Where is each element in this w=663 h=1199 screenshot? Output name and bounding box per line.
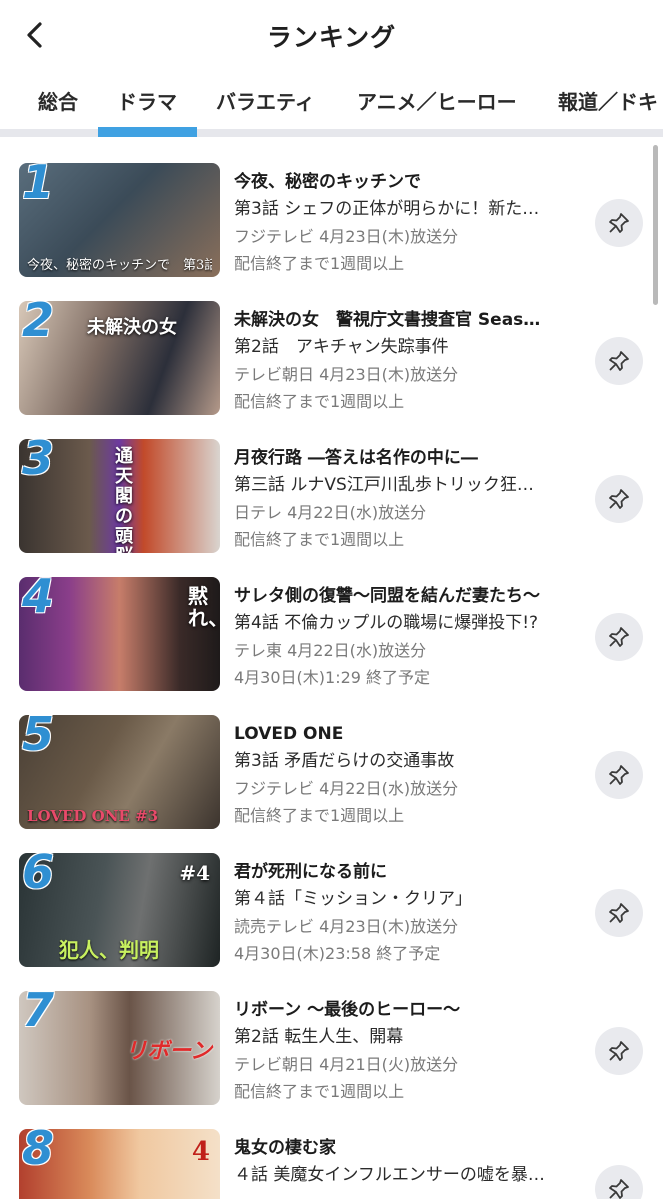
list-item[interactable]: 4 黙れ、 サレタ側の復讐〜同盟を結んだ妻たち〜 第4話 不倫カップルの職場に爆… xyxy=(0,559,663,697)
item-info: 鬼女の棲む家 ４話 美魔女インフルエンサーの嘘を暴… xyxy=(234,1135,579,1189)
episode-title: 第3話 シェフの正体が明らかに！新た… xyxy=(234,199,540,219)
broadcast-info: フジテレビ 4月23日(木)放送分 xyxy=(234,227,459,246)
list-item[interactable]: 6 #4 犯人、判明 君が死刑になる前に 第４話「ミッション・クリア」 読売テレ… xyxy=(0,835,663,973)
episode-title: 第2話 転生人生、開幕 xyxy=(234,1027,404,1047)
thumbnail-tag: 通天閣の頭脳戦 xyxy=(115,446,133,554)
list-item[interactable]: 1 今夜、秘密のキッチンで 第3話 今夜、秘密のキッチンで 第3話 シェフの正体… xyxy=(0,145,663,283)
program-title: 鬼女の棲む家 xyxy=(234,1138,336,1158)
broadcast-info: フジテレビ 4月22日(水)放送分 xyxy=(234,779,459,798)
item-info: サレタ側の復讐〜同盟を結んだ妻たち〜 第4話 不倫カップルの職場に爆弾投下!? … xyxy=(234,583,579,691)
rank-number: 5 xyxy=(22,715,55,761)
tab-news-documentary[interactable]: 報道／ドキ xyxy=(558,86,658,115)
episode-title: 第2話 アキチャン失踪事件 xyxy=(234,337,449,357)
list-item[interactable]: 2 未解決の女 未解決の女 警視庁文書捜査官 Seas… 第2話 アキチャン失踪… xyxy=(0,283,663,421)
thumbnail-tag: 未解決の女 xyxy=(87,317,177,338)
episode-title: 第三話 ルナVS江戸川乱歩トリック狂… xyxy=(234,475,534,495)
rank-number: 3 xyxy=(22,439,55,485)
broadcast-info: テレ東 4月22日(水)放送分 xyxy=(234,641,427,660)
item-info: 今夜、秘密のキッチンで 第3話 シェフの正体が明らかに！新た… フジテレビ 4月… xyxy=(234,169,579,277)
broadcast-info: テレビ朝日 4月21日(火)放送分 xyxy=(234,1055,459,1074)
pin-icon xyxy=(609,627,629,647)
pin-icon xyxy=(609,213,629,233)
tab-anime-hero[interactable]: アニメ／ヒーロー xyxy=(357,86,517,115)
pin-button[interactable] xyxy=(595,751,643,799)
availability-info: 4月30日(木)1:29 終了予定 xyxy=(234,668,431,687)
thumbnail-tag: リボーン xyxy=(125,1038,212,1064)
app-header: ランキング xyxy=(0,0,663,70)
program-title: 君が死刑になる前に xyxy=(234,862,387,882)
scrollbar[interactable] xyxy=(653,145,658,305)
availability-info: 配信終了まで1週間以上 xyxy=(234,392,405,411)
item-info: 月夜行路 ―答えは名作の中に― 第三話 ルナVS江戸川乱歩トリック狂… 日テレ … xyxy=(234,445,579,553)
thumbnail-tag: 黙れ、 xyxy=(188,584,220,630)
pin-button[interactable] xyxy=(595,889,643,937)
pin-button[interactable] xyxy=(595,199,643,247)
program-title: 月夜行路 ―答えは名作の中に― xyxy=(234,448,478,468)
pin-icon xyxy=(609,903,629,923)
thumbnail: 6 #4 犯人、判明 xyxy=(19,853,220,967)
tab-variety[interactable]: バラエティ xyxy=(216,86,315,115)
pin-button[interactable] xyxy=(595,337,643,385)
broadcast-info: 読売テレビ 4月23日(木)放送分 xyxy=(234,917,459,936)
pin-icon xyxy=(609,489,629,509)
rank-number: 8 xyxy=(22,1129,55,1175)
availability-info: 配信終了まで1週間以上 xyxy=(234,806,405,825)
item-info: リボーン 〜最後のヒーロー〜 第2話 転生人生、開幕 テレビ朝日 4月21日(火… xyxy=(234,997,579,1105)
rank-number: 1 xyxy=(22,163,55,209)
broadcast-info: 日テレ 4月22日(水)放送分 xyxy=(234,503,427,522)
thumbnail-caption: 今夜、秘密のキッチンで 第3話 xyxy=(27,258,212,273)
pin-button[interactable] xyxy=(595,475,643,523)
item-info: LOVED ONE 第3話 矛盾だらけの交通事故 フジテレビ 4月22日(水)放… xyxy=(234,721,579,829)
item-info: 未解決の女 警視庁文書捜査官 Seas… 第2話 アキチャン失踪事件 テレビ朝日… xyxy=(234,307,579,415)
availability-info: 配信終了まで1週間以上 xyxy=(234,530,405,549)
rank-number: 6 xyxy=(22,853,55,899)
availability-info: 配信終了まで1週間以上 xyxy=(234,1082,405,1101)
rank-number: 7 xyxy=(22,991,55,1037)
tab-sougou[interactable]: 総合 xyxy=(38,86,78,115)
rank-number: 4 xyxy=(22,577,55,623)
pin-icon xyxy=(609,351,629,371)
episode-title: 第3話 矛盾だらけの交通事故 xyxy=(234,751,455,771)
ranking-list: 1 今夜、秘密のキッチンで 第3話 今夜、秘密のキッチンで 第3話 シェフの正体… xyxy=(0,145,663,1199)
availability-info: 配信終了まで1週間以上 xyxy=(234,254,405,273)
list-item[interactable]: 8 4 鬼女の棲む家 ４話 美魔女インフルエンサーの嘘を暴… xyxy=(0,1111,663,1199)
category-tabs: 総合 ドラマ バラエティ アニメ／ヒーロー 報道／ドキ xyxy=(0,72,663,130)
availability-info: 4月30日(木)23:58 終了予定 xyxy=(234,944,441,963)
episode-title: 第４話「ミッション・クリア」 xyxy=(234,889,472,909)
broadcast-info: テレビ朝日 4月23日(木)放送分 xyxy=(234,365,459,384)
program-title: LOVED ONE xyxy=(234,724,344,744)
thumbnail-caption: 犯人、判明 xyxy=(59,938,159,962)
episode-title: 第4話 不倫カップルの職場に爆弾投下!? xyxy=(234,613,539,633)
pin-icon xyxy=(609,765,629,785)
program-title: サレタ側の復讐〜同盟を結んだ妻たち〜 xyxy=(234,586,540,606)
pin-button[interactable] xyxy=(595,1027,643,1075)
program-title: 未解決の女 警視庁文書捜査官 Seas… xyxy=(234,310,541,330)
list-item[interactable]: 7 リボーン リボーン 〜最後のヒーロー〜 第2話 転生人生、開幕 テレビ朝日 … xyxy=(0,973,663,1111)
thumbnail: 1 今夜、秘密のキッチンで 第3話 xyxy=(19,163,220,277)
program-title: 今夜、秘密のキッチンで xyxy=(234,172,421,192)
list-item[interactable]: 5 LOVED ONE #3 LOVED ONE 第3話 矛盾だらけの交通事故 … xyxy=(0,697,663,835)
pin-icon xyxy=(609,1179,629,1199)
item-info: 君が死刑になる前に 第４話「ミッション・クリア」 読売テレビ 4月23日(木)放… xyxy=(234,859,579,967)
thumbnail: 3 通天閣の頭脳戦 xyxy=(19,439,220,553)
page-title: ランキング xyxy=(266,23,397,52)
pin-button[interactable] xyxy=(595,1165,643,1199)
thumbnail-tag: 4 xyxy=(191,1137,210,1167)
thumbnail: 8 4 xyxy=(19,1129,220,1199)
pin-button[interactable] xyxy=(595,613,643,661)
episode-title: ４話 美魔女インフルエンサーの嘘を暴… xyxy=(234,1165,545,1185)
thumbnail: 7 リボーン xyxy=(19,991,220,1105)
active-tab-indicator xyxy=(98,127,197,137)
program-title: リボーン 〜最後のヒーロー〜 xyxy=(234,1000,461,1020)
thumbnail: 4 黙れ、 xyxy=(19,577,220,691)
thumbnail-caption: LOVED ONE #3 xyxy=(27,807,159,825)
pin-icon xyxy=(609,1041,629,1061)
rank-number: 2 xyxy=(22,301,55,347)
thumbnail-tag: #4 xyxy=(179,861,210,885)
list-item[interactable]: 3 通天閣の頭脳戦 月夜行路 ―答えは名作の中に― 第三話 ルナVS江戸川乱歩ト… xyxy=(0,421,663,559)
tab-drama[interactable]: ドラマ xyxy=(117,86,177,115)
thumbnail: 2 未解決の女 xyxy=(19,301,220,415)
thumbnail: 5 LOVED ONE #3 xyxy=(19,715,220,829)
